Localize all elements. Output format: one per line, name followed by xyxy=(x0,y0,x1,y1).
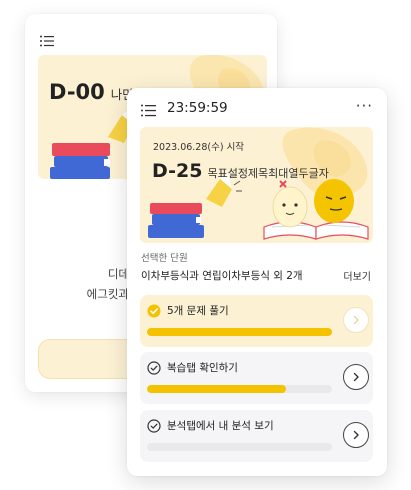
front-card: 23:59:59 ··· 2023.06.28(수) 시작 D-25 목표설정제… xyxy=(127,88,387,476)
task-label: 복습탭 확인하기 xyxy=(167,362,238,374)
task-progress-bar xyxy=(147,443,332,451)
task-progress-bar xyxy=(147,385,332,393)
dday-number: D-00 xyxy=(49,80,105,104)
task-progress-fill xyxy=(147,385,286,393)
see-more-link[interactable]: 더보기 xyxy=(343,268,371,283)
dday-banner: 2023.06.28(수) 시작 D-25 목표설정제목최대열두글자 xyxy=(140,127,373,243)
task-progress-fill xyxy=(147,328,332,336)
selected-unit-value: 이차부등식과 연립이차부등식 외 2개 xyxy=(141,270,303,282)
task-item[interactable]: 분석탭에서 내 분석 보기 xyxy=(140,410,373,462)
task-item[interactable]: 5개 문제 풀기 xyxy=(140,295,373,347)
description-line-1: 디데 xyxy=(107,267,129,281)
task-label: 5개 문제 풀기 xyxy=(167,305,229,317)
chevron-right-icon[interactable] xyxy=(343,364,369,390)
check-circle-outline-icon xyxy=(147,360,161,379)
task-progress-bar xyxy=(147,328,332,336)
task-label: 분석탭에서 내 분석 보기 xyxy=(167,420,274,432)
chevron-right-icon[interactable] xyxy=(343,422,369,448)
check-circle-outline-icon xyxy=(147,418,161,437)
selected-unit-label: 선택한 단원 xyxy=(141,253,188,264)
timer-display: 23:59:59 xyxy=(167,100,228,116)
description-line-2: 에그킷과 xyxy=(86,287,129,301)
dday-number: D-25 xyxy=(152,160,203,182)
menu-icon[interactable] xyxy=(40,32,54,51)
card-header: 23:59:59 ··· xyxy=(127,88,387,128)
dday-title: 목표설정제목최대열두글자 xyxy=(207,167,329,180)
check-circle-filled-icon xyxy=(147,303,161,322)
task-item[interactable]: 복습탭 확인하기 xyxy=(140,352,373,404)
more-options-icon[interactable]: ··· xyxy=(356,97,373,115)
start-date: 2023.06.28(수) 시작 xyxy=(153,142,245,153)
chevron-right-icon[interactable] xyxy=(343,307,369,333)
menu-icon[interactable] xyxy=(141,102,156,121)
